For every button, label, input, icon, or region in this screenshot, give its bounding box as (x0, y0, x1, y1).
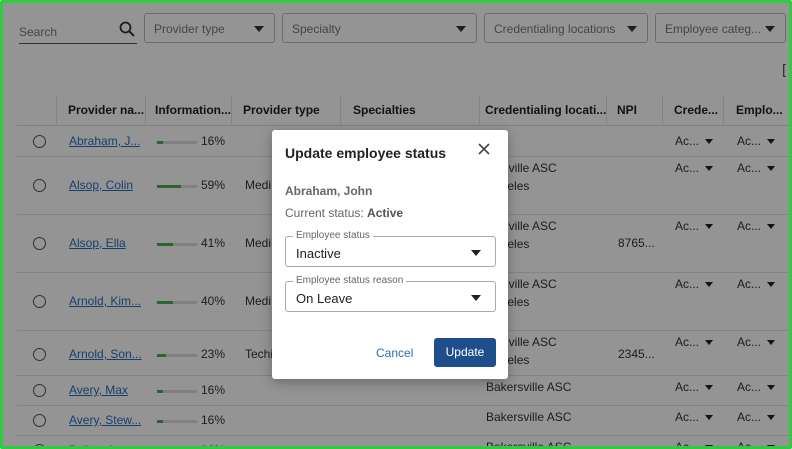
employee-status-select[interactable]: Employee status Inactive (285, 230, 496, 267)
employee-status-reason-select[interactable]: Employee status reason On Leave (285, 275, 496, 312)
employee-status-value: Inactive (296, 246, 341, 261)
chevron-down-icon (471, 250, 481, 256)
app-window: Search Provider type Specialty Credentia… (0, 0, 792, 449)
current-status-value: Active (367, 206, 404, 220)
dialog-title: Update employee status (285, 145, 447, 161)
chevron-down-icon (471, 295, 481, 301)
current-status-label: Current status: (285, 206, 364, 220)
update-button[interactable]: Update (434, 338, 496, 367)
current-status: Current status: Active (285, 206, 403, 220)
update-employee-status-dialog: Update employee status Abraham, John Cur… (272, 130, 508, 379)
close-icon[interactable] (477, 142, 491, 156)
cancel-button[interactable]: Cancel (376, 346, 413, 360)
employee-status-reason-value: On Leave (296, 291, 353, 306)
employee-name: Abraham, John (285, 184, 373, 198)
employee-status-reason-label: Employee status reason (293, 275, 407, 286)
employee-status-label: Employee status (293, 230, 373, 241)
